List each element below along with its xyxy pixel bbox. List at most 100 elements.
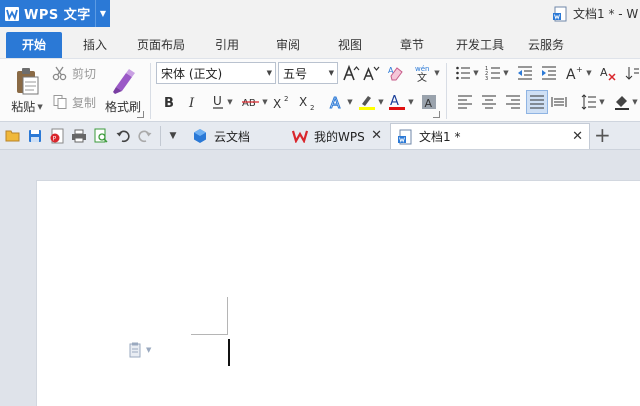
svg-text:wén: wén [415, 65, 429, 73]
phonetic-guide-icon: wén 文 [415, 65, 429, 82]
new-tab-button[interactable]: + [594, 124, 611, 146]
increase-indent-icon [542, 66, 556, 80]
font-color-button[interactable]: A ▼ [386, 92, 416, 112]
cut-button[interactable]: 剪切 [52, 63, 100, 83]
strikethrough-button[interactable]: AB ▼ [240, 92, 270, 112]
paste-options-button[interactable]: ▼ [129, 342, 151, 358]
doc-tab-my-wps[interactable]: 我的WPS ✕ [286, 123, 388, 149]
font-family-select[interactable]: 宋体 (正文) ▼ [156, 62, 276, 84]
phonetic-guide-button[interactable]: wén 文 ▼ [414, 63, 440, 83]
doc-tab-cloud-docs[interactable]: 云文档 [186, 123, 288, 149]
paste-button[interactable]: 粘贴 ▼ [8, 63, 46, 119]
line-spacing-icon [581, 94, 597, 110]
svg-text:I: I [188, 96, 195, 109]
print-button[interactable] [70, 127, 88, 145]
phonetic-guide-dropdown-icon[interactable]: ▼ [434, 69, 439, 77]
change-case-dropdown-icon[interactable]: ▼ [586, 69, 591, 77]
align-right-button[interactable] [504, 92, 522, 112]
margin-corner-mark [191, 334, 228, 335]
change-case-button[interactable]: A + ▼ [564, 63, 594, 83]
distributed-button[interactable] [550, 92, 568, 112]
bold-button[interactable]: B [160, 92, 178, 112]
undo-button[interactable] [114, 127, 132, 145]
paint-bucket-icon [615, 96, 630, 110]
doc-tab-label: 我的WPS [314, 129, 365, 144]
wps-logo-icon [5, 6, 19, 21]
tab-view[interactable]: 视图 [328, 32, 372, 58]
underline-dropdown-icon[interactable]: ▼ [227, 98, 232, 106]
app-name: WPS 文字 [24, 8, 91, 23]
tab-section[interactable]: 章节 [390, 32, 434, 58]
app-menu-dropdown-icon[interactable]: ▼ [95, 0, 110, 27]
font-dialog-launcher[interactable] [433, 111, 440, 118]
underline-button[interactable]: U ▼ [206, 92, 238, 112]
highlight-button[interactable]: ▼ [356, 92, 386, 112]
underline-icon: U [213, 94, 224, 109]
line-spacing-dropdown-icon[interactable]: ▼ [599, 98, 604, 106]
tab-insert[interactable]: 插入 [72, 32, 118, 58]
doc-tab-label: 文档1 * [419, 130, 461, 144]
subscript-button[interactable]: X 2 [298, 92, 318, 112]
print-preview-button[interactable] [92, 127, 110, 145]
shrink-font-button[interactable] [362, 63, 380, 83]
font-size-select[interactable]: 五号 ▼ [278, 62, 338, 84]
export-pdf-button[interactable]: P [48, 127, 66, 145]
strikethrough-dropdown-icon[interactable]: ▼ [262, 98, 267, 106]
tab-home[interactable]: 开始 [6, 32, 62, 58]
tab-page-layout[interactable]: 页面布局 [131, 32, 191, 58]
text-effect-button[interactable]: A ▼ [326, 92, 356, 112]
character-shading-button[interactable]: A [420, 92, 438, 112]
doc-tab-document1[interactable]: 文档1 * ✕ [390, 123, 590, 149]
align-right-icon [506, 95, 520, 109]
paragraph-shading-dropdown-icon[interactable]: ▼ [632, 98, 637, 106]
close-tab-icon[interactable]: ✕ [572, 129, 583, 144]
shrink-font-icon [363, 66, 380, 81]
customize-toolbar-button[interactable]: ▼ [164, 127, 182, 145]
text-cursor [228, 339, 230, 366]
tab-review[interactable]: 审阅 [266, 32, 310, 58]
document-page[interactable]: ▼ [36, 180, 640, 406]
align-left-button[interactable] [456, 92, 474, 112]
decrease-indent-button[interactable] [516, 63, 534, 83]
highlight-dropdown-icon[interactable]: ▼ [378, 98, 383, 106]
italic-button[interactable]: I [184, 92, 202, 112]
change-case-icon: A + [566, 65, 583, 81]
paragraph-shading-button[interactable]: ▼ [612, 92, 640, 112]
svg-text:+: + [576, 65, 583, 74]
bullets-dropdown-icon[interactable]: ▼ [473, 69, 478, 77]
app-menu-button[interactable]: WPS 文字 ▼ [0, 0, 110, 27]
svg-text:A: A [390, 94, 399, 109]
save-button[interactable] [26, 127, 44, 145]
font-color-dropdown-icon[interactable]: ▼ [408, 98, 413, 106]
bullets-button[interactable]: ▼ [452, 63, 482, 83]
svg-text:U: U [213, 94, 222, 108]
clear-formatting-button[interactable]: A [386, 63, 406, 83]
align-center-button[interactable] [480, 92, 498, 112]
open-file-button[interactable] [4, 127, 22, 145]
paste-dropdown-icon[interactable]: ▼ [37, 103, 42, 111]
increase-indent-button[interactable] [540, 63, 558, 83]
superscript-button[interactable]: X 2 [272, 92, 292, 112]
font-family-value: 宋体 (正文) [161, 66, 223, 81]
tab-developer[interactable]: 开发工具 [449, 32, 511, 58]
ribbon-separator [446, 63, 447, 119]
character-shading-icon: A [422, 95, 436, 110]
ribbon-tab-bar: 开始 插入 页面布局 引用 审阅 视图 章节 开发工具 云服务 [0, 30, 640, 58]
justify-button[interactable] [526, 90, 548, 114]
clipboard-dialog-launcher[interactable] [137, 111, 144, 118]
grow-font-button[interactable] [342, 63, 360, 83]
text-direction-button[interactable] [624, 63, 640, 83]
format-painter-icon [113, 69, 135, 94]
svg-text:3: 3 [485, 76, 488, 81]
numbering-dropdown-icon[interactable]: ▼ [503, 69, 508, 77]
clear-text-format-button[interactable]: A [598, 63, 618, 83]
tab-references[interactable]: 引用 [205, 32, 249, 58]
tab-cloud-service[interactable]: 云服务 [522, 32, 570, 58]
close-tab-icon[interactable]: ✕ [371, 128, 382, 143]
numbering-button[interactable]: 1 2 3 ▼ [482, 63, 512, 83]
copy-button[interactable]: 复制 [52, 92, 100, 112]
redo-button[interactable] [136, 127, 154, 145]
text-effect-dropdown-icon[interactable]: ▼ [347, 98, 352, 106]
window-title-text: 文档1 * - W [573, 7, 639, 21]
line-spacing-button[interactable]: ▼ [578, 92, 608, 112]
